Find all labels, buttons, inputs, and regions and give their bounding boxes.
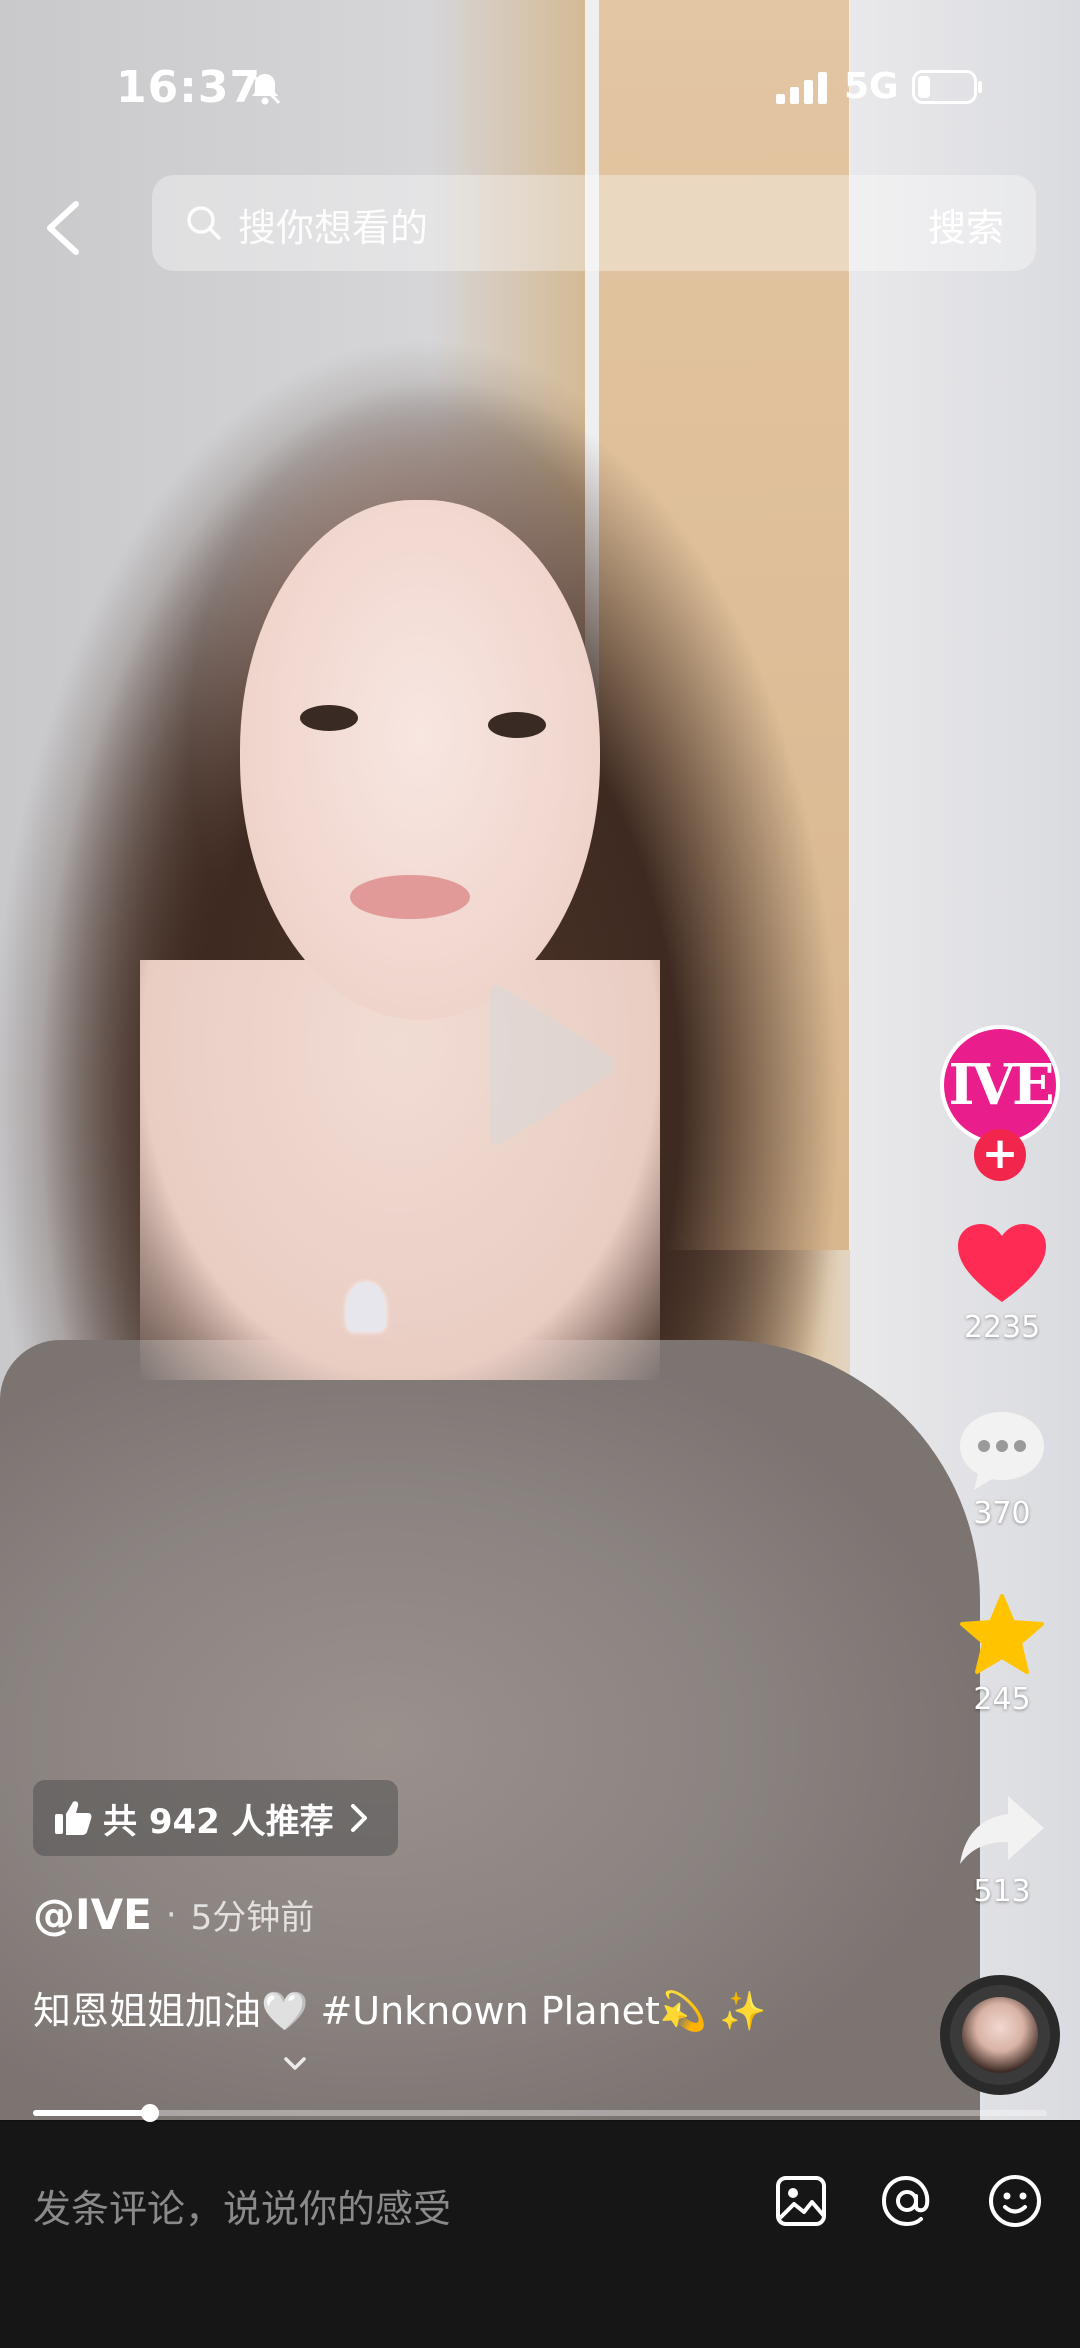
emoji-icon[interactable] (984, 2170, 1046, 2232)
caption-text: 知恩姐姐加油 (33, 1989, 262, 2033)
comment-bar: 发条评论，说说你的感受 (0, 2122, 1080, 2348)
avatar-logo: IVE (944, 1029, 1056, 1141)
comment-input[interactable]: 发条评论，说说你的感受 (33, 2178, 451, 2233)
video-progress-bar[interactable] (33, 2104, 1047, 2122)
comment-button[interactable]: 370 (940, 1408, 1064, 1531)
caption-emoji: 💫 (659, 1989, 708, 2033)
author-row: @IVE · 5分钟前 (33, 1890, 314, 1939)
video-subject-eye (488, 712, 546, 738)
signal-icon (776, 72, 827, 104)
video-subject-face (240, 500, 600, 1020)
mention-icon[interactable] (876, 2170, 938, 2232)
back-button[interactable] (36, 196, 92, 260)
caption-hashtag[interactable]: #Unknown Planet (320, 1989, 659, 2033)
share-count: 513 (973, 1874, 1031, 1909)
video-caption[interactable]: 知恩姐姐加油🤍 #Unknown Planet💫 ✨ (33, 1980, 767, 2035)
thumbs-up-icon (55, 1801, 92, 1835)
star-icon (960, 1594, 1044, 1674)
heart-icon (958, 1224, 1046, 1302)
progress-fill (33, 2110, 150, 2116)
chevron-right-icon (350, 1804, 367, 1832)
network-type: 5G (844, 66, 899, 107)
video-subject-necklace (346, 1282, 386, 1332)
search-icon (187, 206, 221, 240)
status-time: 16:37 (116, 62, 262, 113)
like-button[interactable]: 2235 (940, 1222, 1064, 1345)
recommend-label: 共 942 人推荐 (103, 1801, 334, 1842)
battery-icon (912, 70, 982, 104)
follow-button[interactable]: + (974, 1129, 1026, 1181)
author-name[interactable]: @IVE (33, 1890, 152, 1939)
image-icon[interactable] (770, 2170, 832, 2232)
search-button[interactable]: 搜索 (928, 197, 1004, 252)
favorite-button[interactable]: 245 (940, 1592, 1064, 1717)
video-subject-eye (300, 705, 358, 731)
status-bar: 16:37 5G (0, 0, 1080, 170)
comment-count: 370 (973, 1496, 1031, 1531)
screen: 16:37 5G 搜你想看的 搜索 IVE + 2235 370 245 513… (0, 0, 1080, 2348)
share-button[interactable]: 513 (940, 1790, 1064, 1909)
search-input[interactable]: 搜你想看的 (238, 197, 428, 252)
comment-icon (960, 1412, 1044, 1490)
progress-handle[interactable] (140, 2104, 159, 2122)
music-disc[interactable] (940, 1975, 1060, 2095)
caption-heart-emoji: 🤍 (261, 1989, 309, 2033)
play-icon[interactable] (470, 980, 620, 1150)
bell-off-icon (249, 71, 281, 105)
separator-dot: · (165, 1894, 177, 1935)
share-icon (960, 1796, 1044, 1864)
like-count: 2235 (963, 1310, 1041, 1345)
author-avatar[interactable]: IVE + (940, 1025, 1066, 1181)
post-time: 5分钟前 (190, 1898, 315, 1938)
caption-emoji: ✨ (719, 1989, 767, 2033)
favorite-count: 245 (973, 1682, 1031, 1717)
video-subject-lips (350, 875, 470, 919)
search-bar[interactable]: 搜你想看的 搜索 (152, 175, 1036, 271)
music-cover (962, 1997, 1038, 2073)
expand-chevron-icon[interactable] (280, 2052, 310, 2076)
recommend-chip[interactable]: 共 942 人推荐 (33, 1780, 398, 1856)
